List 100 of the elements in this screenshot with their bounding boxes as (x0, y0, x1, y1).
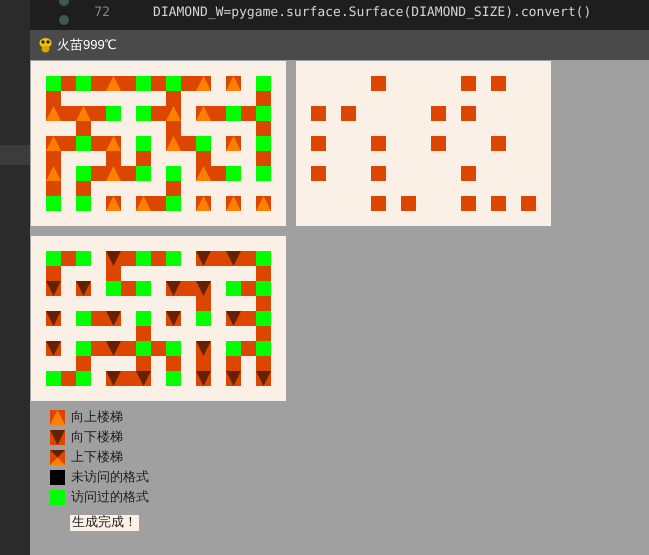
floor-tile (241, 281, 256, 296)
floor-tile (371, 76, 386, 91)
floor-tile (211, 166, 226, 181)
visited-tile (166, 196, 181, 211)
floor-tile (166, 356, 181, 371)
legend-label: 访问过的格式 (71, 491, 149, 504)
floor-tile (461, 106, 476, 121)
floor-tile (431, 106, 446, 121)
floor-tile (311, 166, 326, 181)
down-stairs-icon (226, 371, 241, 386)
up-stairs-icon (226, 76, 241, 91)
down-stairs-icon (46, 311, 61, 326)
up-stairs-icon (196, 106, 211, 121)
legend-label: 向下楼梯 (71, 431, 123, 444)
up-stairs-icon (46, 166, 61, 181)
floor-tile (211, 106, 226, 121)
visited-tile (166, 371, 181, 386)
down-stairs-icon (196, 251, 211, 266)
down-stairs-icon (106, 371, 121, 386)
unvisited-tile (50, 470, 65, 485)
floor-tile (241, 251, 256, 266)
floor-tile (121, 76, 136, 91)
visited-tile (136, 251, 151, 266)
visited-tile (256, 166, 271, 181)
visited-tile (136, 341, 151, 356)
up-stairs-icon (196, 196, 211, 211)
floor-tile (241, 341, 256, 356)
window-title: 火苗999℃ (57, 36, 117, 54)
visited-tile (166, 166, 181, 181)
floor-tile (61, 371, 76, 386)
visited-tile (256, 281, 271, 296)
visited-tile (76, 76, 91, 91)
code-line: DIAMOND_W=pygame.surface.Surface(DIAMOND_SIZE).convert() (153, 4, 592, 22)
floor-tile (91, 311, 106, 326)
floor-tile (136, 151, 151, 166)
up-stairs-icon (136, 196, 151, 211)
down-stairs-icon (106, 311, 121, 326)
visited-tile (166, 76, 181, 91)
visited-tile (136, 281, 151, 296)
visited-tile (136, 311, 151, 326)
down-stairs-icon (226, 311, 241, 326)
visited-tile (46, 371, 61, 386)
legend-label: 上下楼梯 (71, 451, 123, 464)
floor-tile (46, 181, 61, 196)
visited-tile (226, 106, 241, 121)
floor-tile (491, 76, 506, 91)
up-stairs-icon (50, 410, 65, 425)
visited-tile (106, 106, 121, 121)
visited-tile (46, 76, 61, 91)
visited-tile (226, 166, 241, 181)
floor-tile (256, 151, 271, 166)
floor-tile (61, 251, 76, 266)
floor-tile (256, 266, 271, 281)
visited-tile (106, 281, 121, 296)
floor-tile (106, 151, 121, 166)
floor-tile (371, 166, 386, 181)
floor-tile (76, 181, 91, 196)
floor-tile (121, 251, 136, 266)
floor-tile (151, 76, 166, 91)
line-number: 72 (93, 4, 110, 22)
visited-tile (76, 371, 91, 386)
visited-tile (76, 341, 91, 356)
up-down-stairs-icon (50, 450, 65, 465)
floor-tile (91, 136, 106, 151)
visited-tile (226, 281, 241, 296)
floor-tile (371, 196, 386, 211)
visited-tile (76, 166, 91, 181)
up-stairs-icon (106, 196, 121, 211)
up-stairs-icon (196, 76, 211, 91)
visited-tile (256, 311, 271, 326)
visited-tile (136, 76, 151, 91)
floor-tile (61, 76, 76, 91)
floor-tile (311, 106, 326, 121)
down-stairs-icon (76, 281, 91, 296)
visited-tile (166, 251, 181, 266)
floor-tile (196, 151, 211, 166)
up-stairs-icon (46, 136, 61, 151)
legend-label: 未访问的格式 (71, 471, 149, 484)
down-stairs-icon (166, 311, 181, 326)
floor-tile (256, 326, 271, 341)
floor-tile (241, 106, 256, 121)
visited-tile (136, 166, 151, 181)
floor-tile (91, 166, 106, 181)
floor-tile (106, 266, 121, 281)
visited-tile (226, 341, 241, 356)
floor-tile (91, 76, 106, 91)
visited-tile (76, 196, 91, 211)
floor-tile (151, 196, 166, 211)
floor-tile (256, 121, 271, 136)
legend-label: 向上楼梯 (71, 411, 123, 424)
floor-tile (196, 356, 211, 371)
floor-tile (61, 136, 76, 151)
visited-tile (256, 136, 271, 151)
floor-tile (461, 76, 476, 91)
floor-tile (401, 196, 416, 211)
status-message: 生成完成！ (70, 515, 139, 531)
floor-tile (256, 356, 271, 371)
visited-tile (256, 251, 271, 266)
visited-tile (256, 341, 271, 356)
visited-tile (76, 136, 91, 151)
